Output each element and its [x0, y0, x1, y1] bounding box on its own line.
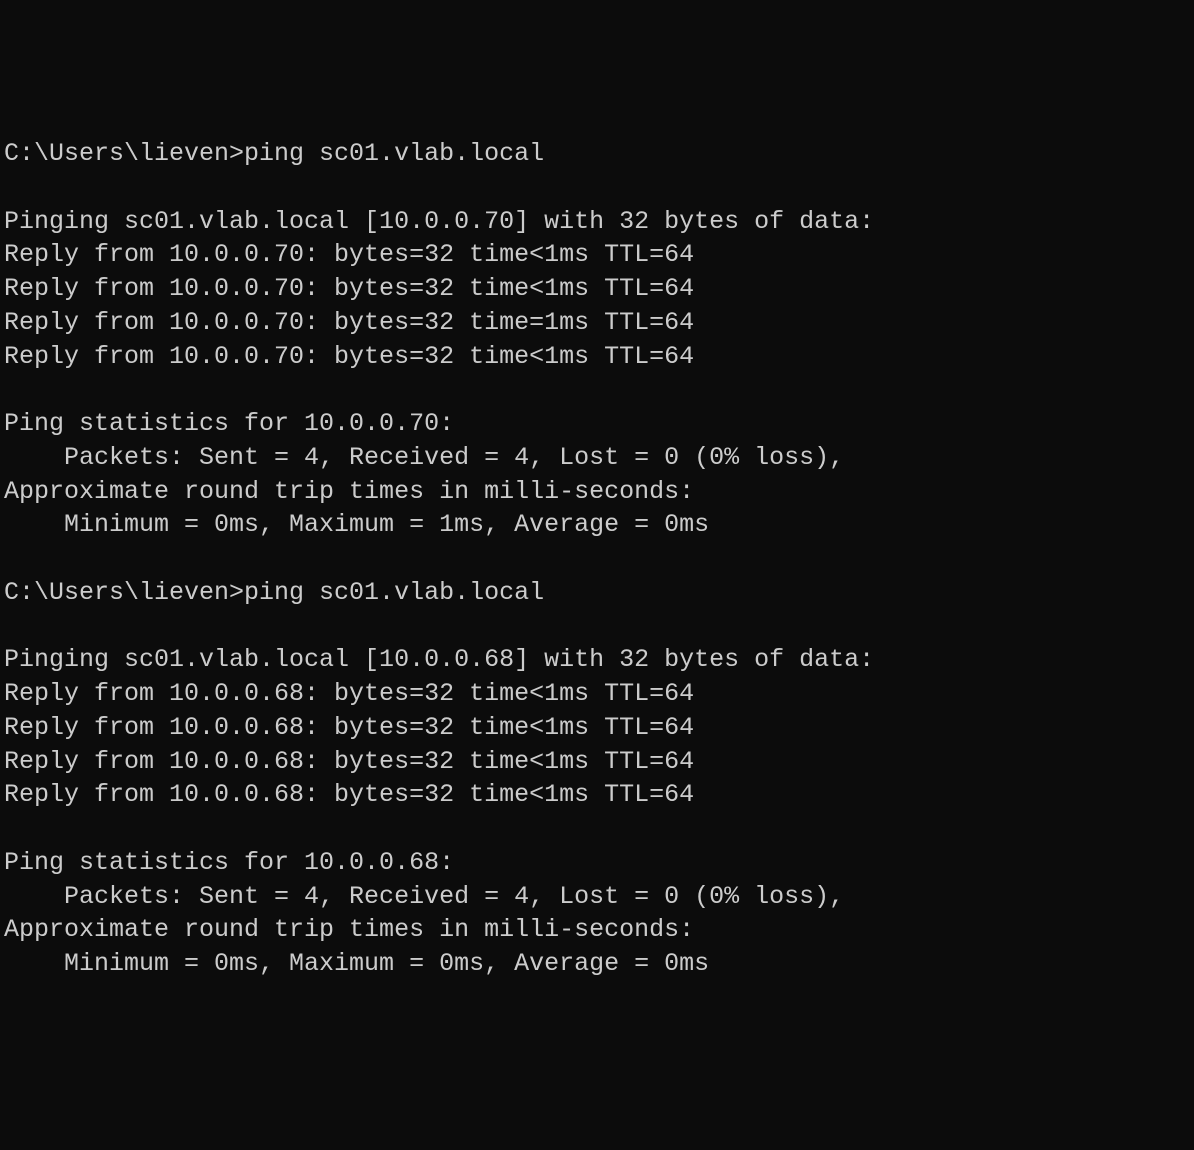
- terminal-line: Approximate round trip times in milli-se…: [4, 475, 1190, 509]
- terminal-line: Packets: Sent = 4, Received = 4, Lost = …: [4, 880, 1190, 914]
- terminal-line: Ping statistics for 10.0.0.68:: [4, 846, 1190, 880]
- terminal-blank-line: [4, 373, 1190, 407]
- terminal-blank-line: [4, 542, 1190, 576]
- terminal-line: Minimum = 0ms, Maximum = 0ms, Average = …: [4, 947, 1190, 981]
- terminal-line: Reply from 10.0.0.70: bytes=32 time=1ms …: [4, 306, 1190, 340]
- terminal-line: Reply from 10.0.0.68: bytes=32 time<1ms …: [4, 677, 1190, 711]
- terminal-line: Reply from 10.0.0.70: bytes=32 time<1ms …: [4, 238, 1190, 272]
- terminal-line: Reply from 10.0.0.70: bytes=32 time<1ms …: [4, 272, 1190, 306]
- terminal-line: Reply from 10.0.0.68: bytes=32 time<1ms …: [4, 745, 1190, 779]
- terminal-line: Reply from 10.0.0.68: bytes=32 time<1ms …: [4, 778, 1190, 812]
- terminal-line: Minimum = 0ms, Maximum = 1ms, Average = …: [4, 508, 1190, 542]
- terminal-line: Pinging sc01.vlab.local [10.0.0.70] with…: [4, 205, 1190, 239]
- terminal-output[interactable]: C:\Users\lieven>ping sc01.vlab.local Ping…: [4, 137, 1190, 981]
- terminal-line: C:\Users\lieven>ping sc01.vlab.local: [4, 137, 1190, 171]
- terminal-blank-line: [4, 812, 1190, 846]
- terminal-line: Ping statistics for 10.0.0.70:: [4, 407, 1190, 441]
- terminal-blank-line: [4, 610, 1190, 644]
- terminal-line: Pinging sc01.vlab.local [10.0.0.68] with…: [4, 643, 1190, 677]
- terminal-line: C:\Users\lieven>ping sc01.vlab.local: [4, 576, 1190, 610]
- terminal-line: Packets: Sent = 4, Received = 4, Lost = …: [4, 441, 1190, 475]
- terminal-line: Approximate round trip times in milli-se…: [4, 913, 1190, 947]
- terminal-line: Reply from 10.0.0.68: bytes=32 time<1ms …: [4, 711, 1190, 745]
- terminal-blank-line: [4, 171, 1190, 205]
- terminal-line: Reply from 10.0.0.70: bytes=32 time<1ms …: [4, 340, 1190, 374]
